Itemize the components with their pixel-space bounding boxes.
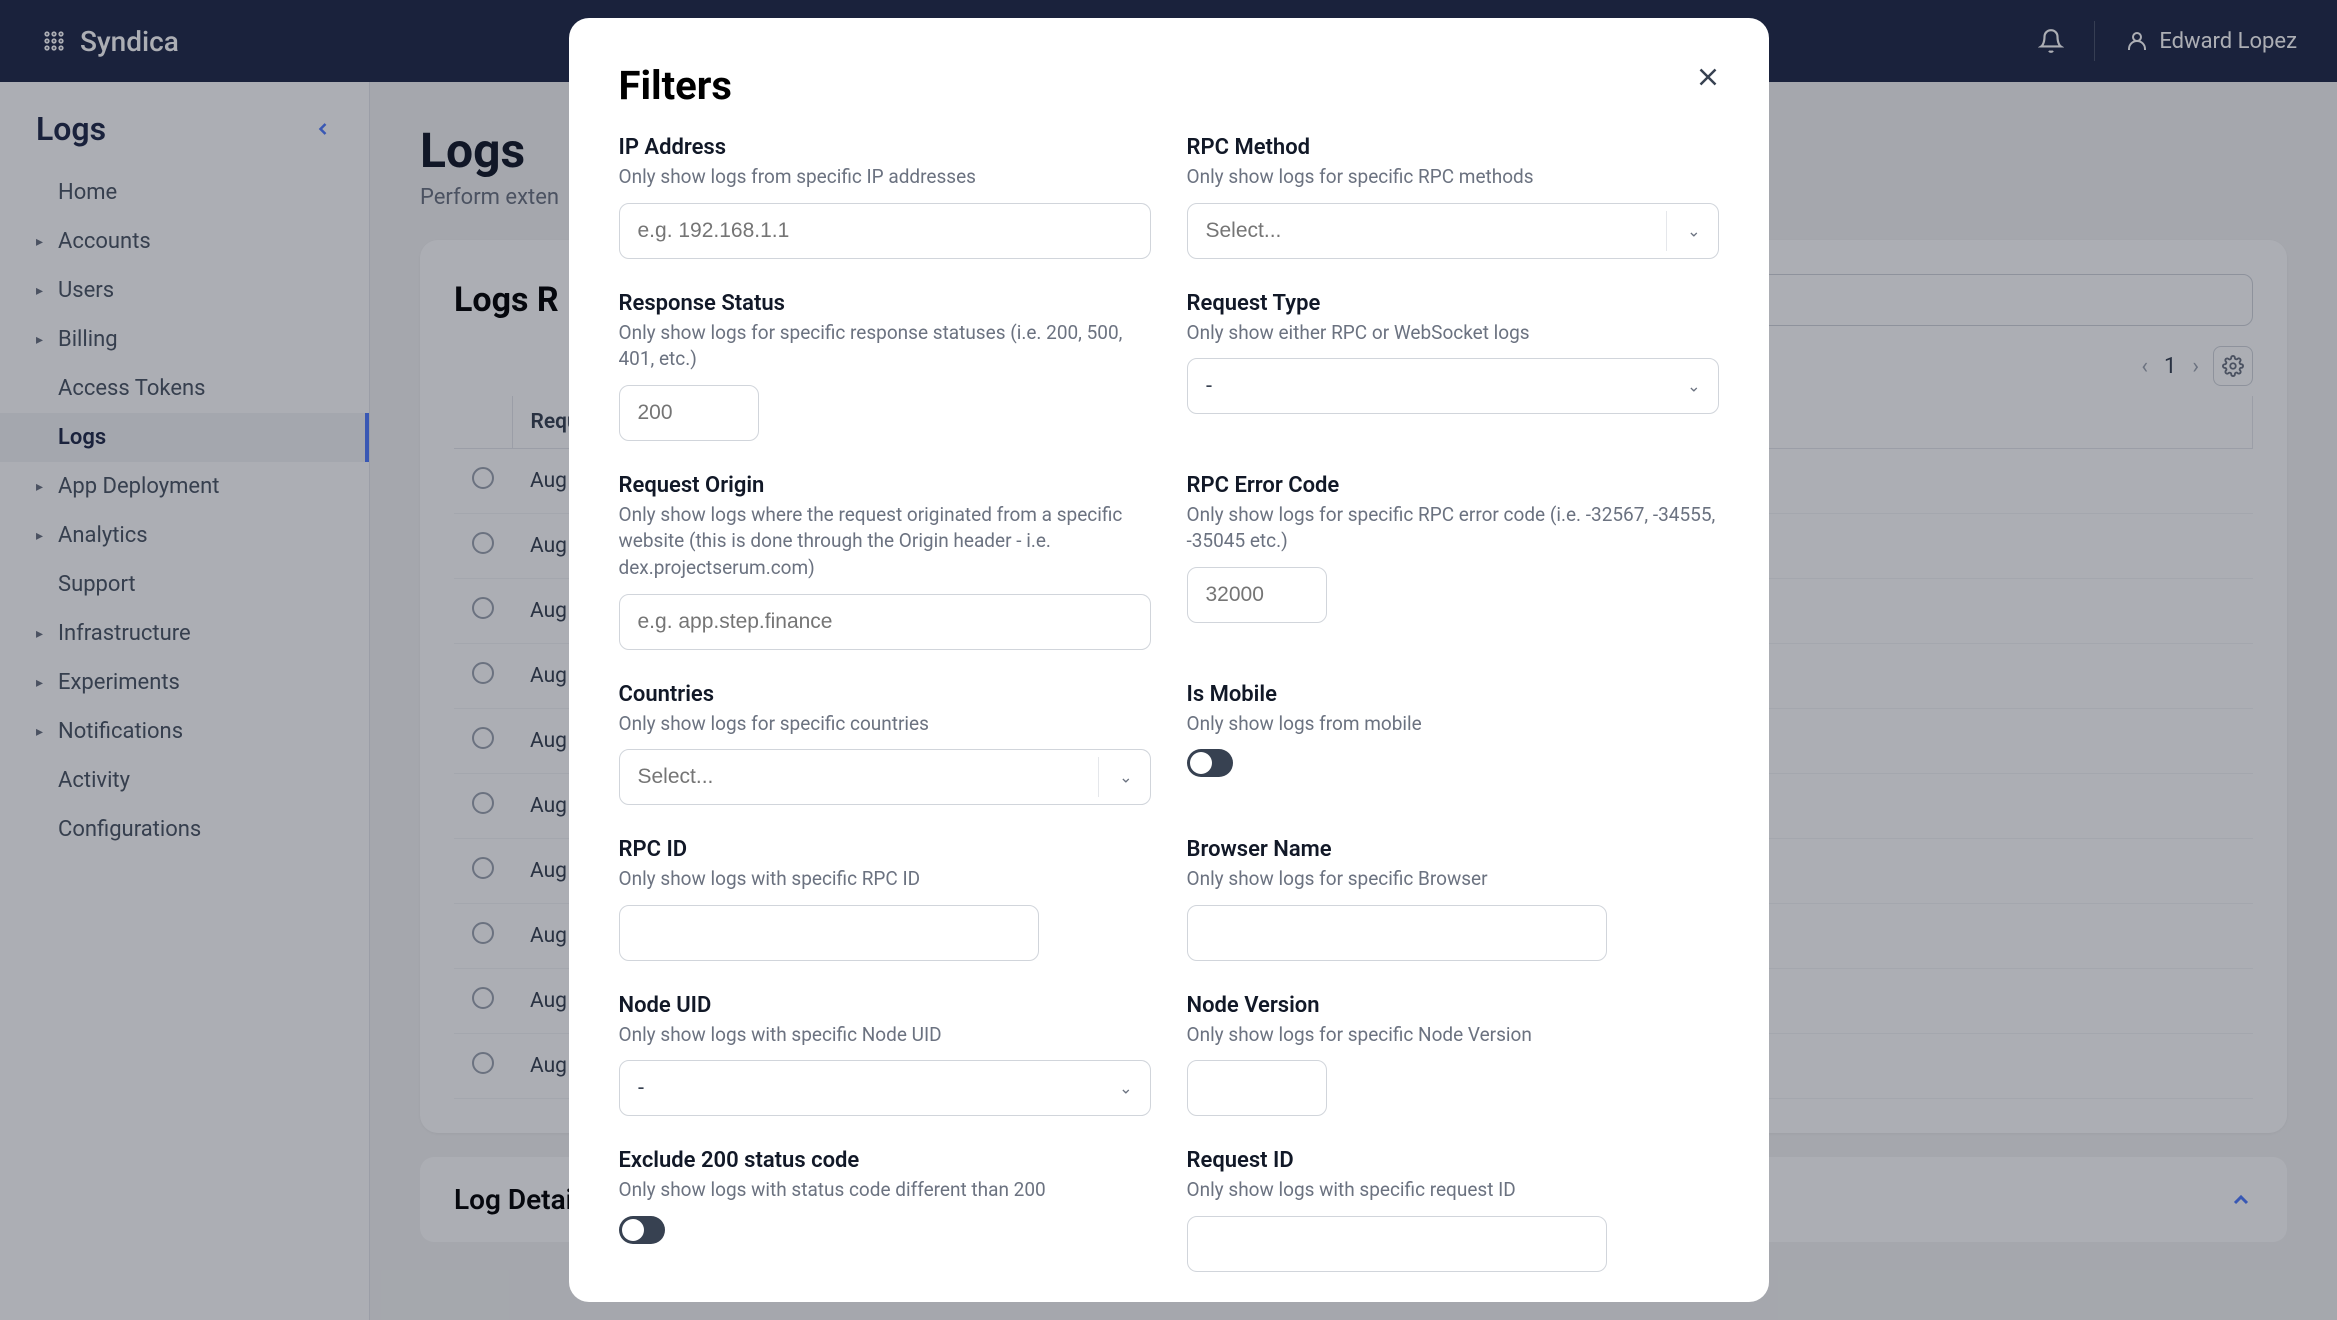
reqtype-select[interactable] xyxy=(1187,358,1719,414)
field-request-id: Request ID Only show logs with specific … xyxy=(1187,1148,1719,1272)
close-icon xyxy=(1693,62,1723,92)
field-ip-address: IP Address Only show logs from specific … xyxy=(619,135,1151,259)
ip-desc: Only show logs from specific IP addresse… xyxy=(619,164,1151,191)
nodever-desc: Only show logs for specific Node Version xyxy=(1187,1022,1719,1049)
nodeuid-select[interactable] xyxy=(619,1060,1151,1116)
rpcid-label: RPC ID xyxy=(619,837,1151,862)
field-node-uid: Node UID Only show logs with specific No… xyxy=(619,993,1151,1117)
nodever-label: Node Version xyxy=(1187,993,1719,1018)
countries-desc: Only show logs for specific countries xyxy=(619,711,1151,738)
rpcid-input[interactable] xyxy=(619,905,1039,961)
rpcerr-label: RPC Error Code xyxy=(1187,473,1719,498)
field-is-mobile: Is Mobile Only show logs from mobile xyxy=(1187,682,1719,806)
nodeuid-desc: Only show logs with specific Node UID xyxy=(619,1022,1151,1049)
close-button[interactable] xyxy=(1693,62,1723,92)
field-exclude-200: Exclude 200 status code Only show logs w… xyxy=(619,1148,1151,1272)
ex200-desc: Only show logs with status code differen… xyxy=(619,1177,1151,1204)
field-rpc-error: RPC Error Code Only show logs for specif… xyxy=(1187,473,1719,650)
field-request-origin: Request Origin Only show logs where the … xyxy=(619,473,1151,650)
filters-modal: Filters IP Address Only show logs from s… xyxy=(569,18,1769,1302)
countries-label: Countries xyxy=(619,682,1151,707)
field-request-type: Request Type Only show either RPC or Web… xyxy=(1187,291,1719,441)
field-browser: Browser Name Only show logs for specific… xyxy=(1187,837,1719,961)
rpc-method-label: RPC Method xyxy=(1187,135,1719,160)
rpcerr-desc: Only show logs for specific RPC error co… xyxy=(1187,502,1719,555)
modal-overlay[interactable]: Filters IP Address Only show logs from s… xyxy=(0,0,2337,1320)
nodeuid-label: Node UID xyxy=(619,993,1151,1018)
reqid-input[interactable] xyxy=(1187,1216,1607,1272)
ip-input[interactable] xyxy=(619,203,1151,259)
field-node-version: Node Version Only show logs for specific… xyxy=(1187,993,1719,1117)
field-countries: Countries Only show logs for specific co… xyxy=(619,682,1151,806)
reqid-desc: Only show logs with specific request ID xyxy=(1187,1177,1719,1204)
ex200-toggle[interactable] xyxy=(619,1216,665,1244)
origin-desc: Only show logs where the request origina… xyxy=(619,502,1151,582)
reqid-label: Request ID xyxy=(1187,1148,1719,1173)
field-rpc-id: RPC ID Only show logs with specific RPC … xyxy=(619,837,1151,961)
reqtype-label: Request Type xyxy=(1187,291,1719,316)
mobile-label: Is Mobile xyxy=(1187,682,1719,707)
resp-input[interactable] xyxy=(619,385,759,441)
nodever-input[interactable] xyxy=(1187,1060,1327,1116)
reqtype-desc: Only show either RPC or WebSocket logs xyxy=(1187,320,1719,347)
browser-input[interactable] xyxy=(1187,905,1607,961)
field-response-status: Response Status Only show logs for speci… xyxy=(619,291,1151,441)
origin-input[interactable] xyxy=(619,594,1151,650)
origin-label: Request Origin xyxy=(619,473,1151,498)
resp-desc: Only show logs for specific response sta… xyxy=(619,320,1151,373)
browser-desc: Only show logs for specific Browser xyxy=(1187,866,1719,893)
ip-label: IP Address xyxy=(619,135,1151,160)
modal-title: Filters xyxy=(619,62,1719,109)
ex200-label: Exclude 200 status code xyxy=(619,1148,1151,1173)
rpc-method-desc: Only show logs for specific RPC methods xyxy=(1187,164,1719,191)
field-rpc-method: RPC Method Only show logs for specific R… xyxy=(1187,135,1719,259)
rpcerr-input[interactable] xyxy=(1187,567,1327,623)
rpc-method-select[interactable] xyxy=(1187,203,1719,259)
resp-label: Response Status xyxy=(619,291,1151,316)
mobile-toggle[interactable] xyxy=(1187,749,1233,777)
browser-label: Browser Name xyxy=(1187,837,1719,862)
mobile-desc: Only show logs from mobile xyxy=(1187,711,1719,738)
countries-select[interactable] xyxy=(619,749,1151,805)
rpcid-desc: Only show logs with specific RPC ID xyxy=(619,866,1151,893)
